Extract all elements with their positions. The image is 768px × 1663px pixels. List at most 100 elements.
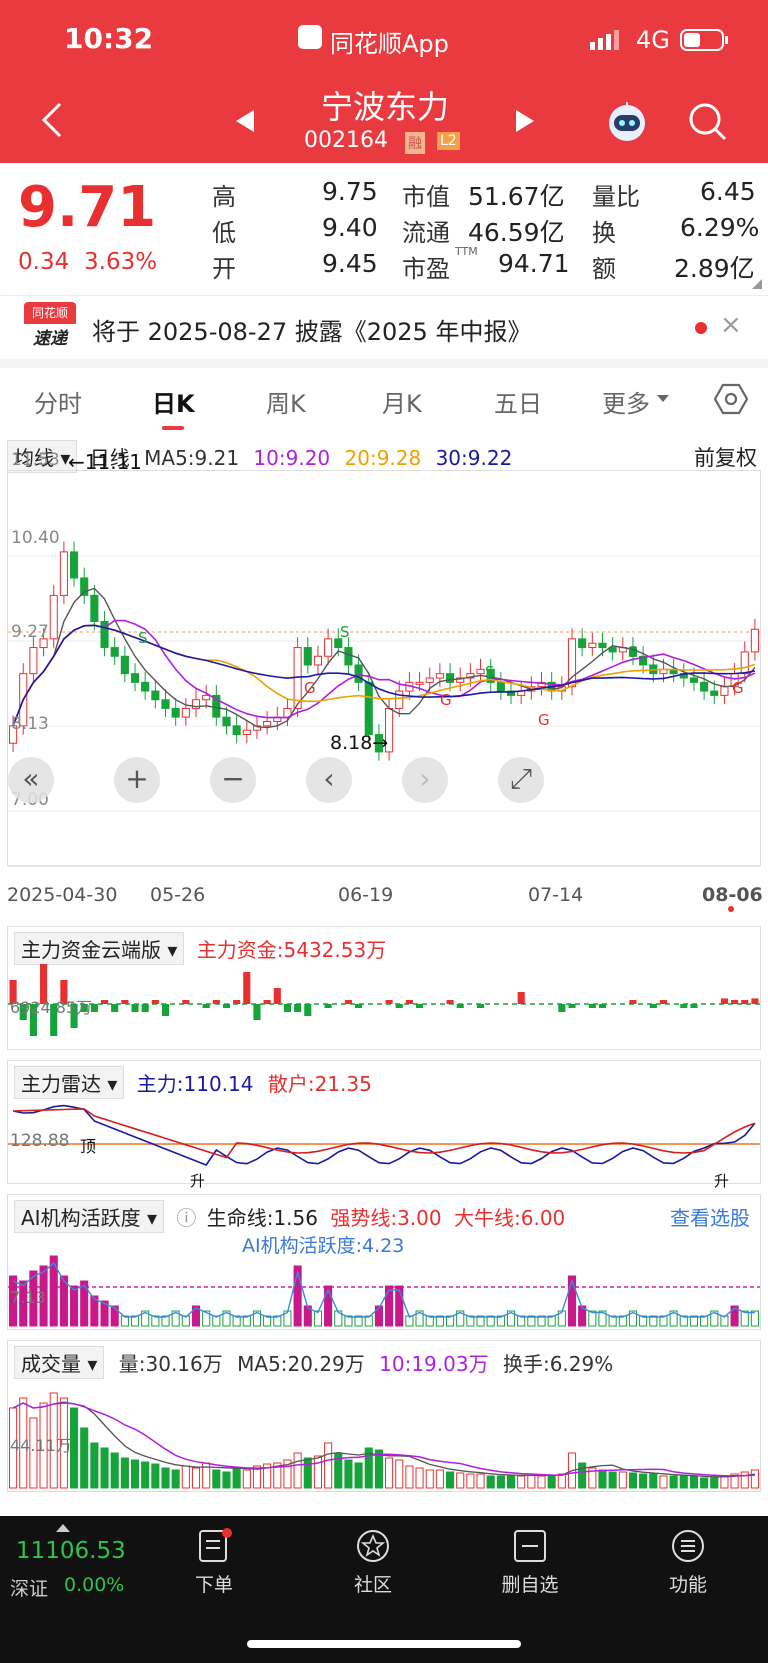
- volume-bar: [222, 1471, 231, 1489]
- radar-selector[interactable]: 主力雷达 ▾: [14, 1066, 125, 1099]
- amount-value: 2.89亿: [674, 254, 755, 283]
- low-value: 9.40: [322, 213, 378, 242]
- candle-body: [110, 647, 119, 657]
- remove-watchlist-icon[interactable]: [512, 1528, 548, 1568]
- tab-five-day[interactable]: 五日: [494, 384, 542, 419]
- candle-body: [364, 681, 373, 736]
- nav-order[interactable]: 下单: [154, 1570, 274, 1597]
- candle-body: [161, 699, 170, 709]
- tab-active-indicator: [162, 426, 184, 430]
- back-icon[interactable]: [38, 100, 66, 144]
- nav-remove-watchlist[interactable]: 删自选: [470, 1570, 590, 1597]
- tab-monthly-k[interactable]: 月K: [382, 384, 422, 419]
- ma10-label: 10:9.20: [253, 446, 331, 470]
- capital-bar: [131, 1004, 139, 1012]
- ai-selector-label: AI机构活跃度: [21, 1206, 141, 1230]
- candle-body: [90, 594, 99, 622]
- stock-code: 002164: [304, 128, 388, 153]
- ai-activity-chart: [8, 1255, 760, 1327]
- close-icon[interactable]: ×: [720, 310, 742, 340]
- candle-body: [344, 647, 353, 666]
- zoom-in-button[interactable]: +: [114, 757, 160, 803]
- capital-bar: [517, 992, 525, 1004]
- activity-bar: [110, 1305, 119, 1327]
- radar-main-value: 主力:110.14: [136, 1072, 254, 1096]
- tab-more[interactable]: 更多: [602, 384, 650, 419]
- ai-selector[interactable]: AI机构活跃度 ▾: [14, 1200, 164, 1233]
- notice-bar[interactable]: 同花顺 速递 将于 2025-08-27 披露《2025 年中报》 ×: [0, 295, 768, 359]
- candle-body: [242, 729, 251, 736]
- collapse-left-button[interactable]: «: [8, 757, 54, 803]
- volume-bar: [649, 1473, 658, 1489]
- expand-corner-icon[interactable]: [752, 279, 762, 289]
- capital-bar: [202, 1004, 210, 1008]
- bottom-bar: 11106.53 深证 0.00% 下单 社区 删自选 功能: [0, 1516, 768, 1663]
- candle-body: [120, 655, 129, 675]
- volume-bar: [141, 1461, 150, 1489]
- volume-bar: [161, 1467, 170, 1489]
- volume-bar: [598, 1469, 607, 1489]
- volume-bar: [324, 1442, 333, 1489]
- robot-assistant-icon[interactable]: [604, 98, 650, 148]
- candle-body: [496, 681, 505, 692]
- volume-chart: [9, 1392, 759, 1489]
- expand-up-icon[interactable]: [56, 1524, 70, 1532]
- volume-bar: [212, 1469, 221, 1489]
- index-name: 深证: [10, 1578, 49, 1600]
- fullscreen-button[interactable]: ⤢: [498, 757, 544, 803]
- tab-daily-k[interactable]: 日K: [152, 384, 195, 419]
- volratio-label: 量比: [592, 183, 640, 211]
- date-axis-ticks: [8, 866, 760, 867]
- panel3-header: AI机构活跃度 ▾ ⓘ 生命线:1.56 强势线:3.00 大牛线:6.00: [14, 1200, 565, 1233]
- capital-selector[interactable]: 主力资金云端版 ▾: [14, 932, 185, 965]
- community-icon[interactable]: [355, 1528, 391, 1568]
- volume-selector[interactable]: 成交量 ▾: [14, 1346, 105, 1379]
- tab-timeshare[interactable]: 分时: [34, 384, 82, 419]
- prev-stock-icon[interactable]: [234, 108, 256, 138]
- activity-bar: [385, 1285, 394, 1327]
- capital-bar: [151, 1000, 159, 1004]
- tab-weekly-k[interactable]: 周K: [266, 384, 306, 419]
- zoom-out-button[interactable]: −: [210, 757, 256, 803]
- candle-body: [69, 551, 79, 579]
- candle-body: [222, 716, 231, 727]
- volratio-value: 6.45: [700, 177, 756, 206]
- scroll-left-button[interactable]: ‹: [306, 757, 352, 803]
- volume-bar: [100, 1447, 109, 1489]
- date-label: 05-26: [150, 884, 206, 906]
- help-icon[interactable]: ⓘ: [176, 1206, 196, 1230]
- mktcap-value: 51.67亿: [468, 182, 565, 211]
- candle-body: [59, 551, 68, 596]
- activity-bar: [740, 1310, 749, 1327]
- rise-marker: 升: [714, 1172, 730, 1190]
- nav-community[interactable]: 社区: [313, 1570, 433, 1597]
- search-icon[interactable]: [688, 102, 728, 146]
- bull-line-value: 大牛线:6.00: [454, 1206, 566, 1230]
- adjust-label[interactable]: 前复权: [694, 442, 757, 472]
- settings-hexagon-icon[interactable]: [713, 382, 749, 420]
- express-badge-bottom: 速递: [33, 329, 67, 349]
- candle-body: [313, 655, 323, 666]
- current-price: 9.71: [18, 175, 157, 240]
- volume-bar: [313, 1455, 323, 1489]
- scroll-right-button[interactable]: ›: [402, 757, 448, 803]
- view-picks-link[interactable]: 查看选股: [670, 1202, 750, 1231]
- candle-body: [700, 681, 709, 692]
- nav-functions[interactable]: 功能: [628, 1570, 748, 1597]
- index-change: 0.00%: [64, 1574, 125, 1596]
- next-stock-icon[interactable]: [514, 108, 536, 138]
- order-icon[interactable]: [196, 1528, 232, 1568]
- volume-bar: [527, 1473, 536, 1489]
- capital-bar: [100, 1000, 109, 1004]
- chart-area: 均线 ▾ 日线 MA5:9.21 10:9.20 20:9.28 30:9.22…: [0, 432, 768, 1512]
- capital-bar: [558, 1004, 566, 1012]
- activity-bar: [567, 1275, 577, 1327]
- volume-bar: [293, 1452, 302, 1489]
- ma5-label: MA5:9.21: [144, 446, 240, 470]
- volume-bar: [151, 1463, 160, 1489]
- volume-bar: [506, 1474, 516, 1489]
- volume-bar: [456, 1472, 465, 1489]
- functions-icon[interactable]: [670, 1528, 706, 1568]
- index-value[interactable]: 11106.53: [16, 1538, 126, 1564]
- express-badge-top: 同花顺: [24, 302, 76, 324]
